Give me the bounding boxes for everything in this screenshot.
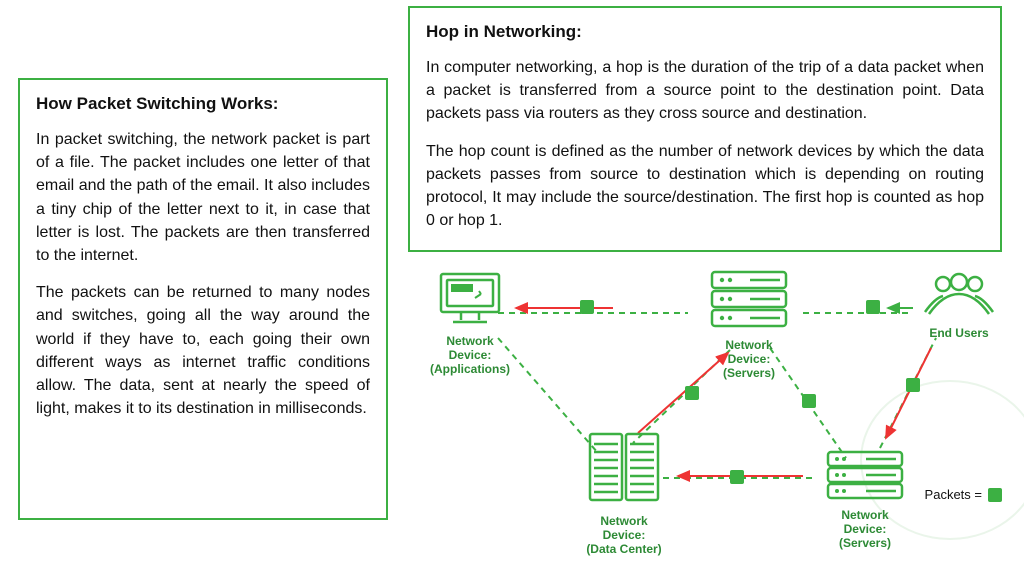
packet-icon [866,300,880,314]
packet-switching-p1: In packet switching, the network packet … [36,128,370,267]
network-diagram: NetworkDevice:(Applications) NetworkDevi… [408,258,1008,570]
node-servers-right: NetworkDevice:(Servers) [810,448,920,550]
hop-title: Hop in Networking: [426,22,984,42]
node-servers-top: NetworkDevice:(Servers) [694,268,804,380]
monitor-icon [437,270,503,331]
node-applications: NetworkDevice:(Applications) [420,270,520,376]
packet-switching-box: How Packet Switching Works: In packet sw… [18,78,388,520]
server-rack-icon [706,268,792,335]
node-data-center: NetworkDevice:(Data Center) [564,428,684,556]
hop-p1: In computer networking, a hop is the dur… [426,56,984,126]
hop-networking-box: Hop in Networking: In computer networkin… [408,6,1002,252]
node-label: End Users [914,327,1004,341]
node-label: NetworkDevice:(Applications) [420,335,520,376]
legend-label: Packets = [925,487,982,502]
hop-p2: The hop count is defined as the number o… [426,140,984,233]
packet-icon [988,488,1002,502]
packet-switching-title: How Packet Switching Works: [36,94,370,114]
packet-icon [906,378,920,392]
diagram-lines [408,258,1008,570]
node-label: NetworkDevice:(Servers) [694,339,804,380]
packet-icon [685,386,699,400]
node-end-users: End Users [914,272,1004,341]
server-rack-icon [822,448,908,505]
node-label: NetworkDevice:(Servers) [810,509,920,550]
packet-icon [802,394,816,408]
users-icon [923,272,995,323]
packet-icon [580,300,594,314]
data-center-icon [584,428,664,511]
packet-switching-p2: The packets can be returned to many node… [36,281,370,420]
node-label: NetworkDevice:(Data Center) [564,515,684,556]
packets-legend: Packets = [925,487,1002,502]
packet-icon [730,470,744,484]
